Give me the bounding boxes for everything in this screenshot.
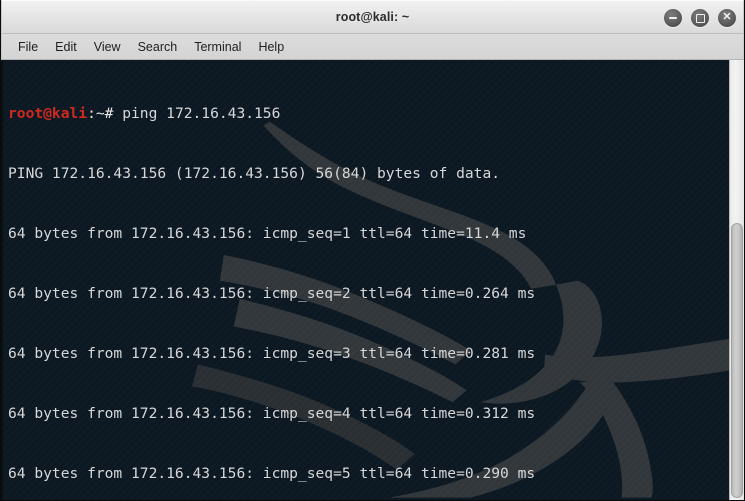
menu-item-terminal[interactable]: Terminal: [186, 37, 250, 57]
terminal-line: 64 bytes from 172.16.43.156: icmp_seq=5 …: [8, 465, 536, 482]
close-button[interactable]: ✕: [718, 9, 736, 27]
maximize-button[interactable]: [691, 9, 709, 27]
terminal-prompt-line: root@kali:~# ping 172.16.43.156: [8, 104, 744, 124]
prompt-path-symbol: :~#: [87, 105, 114, 122]
terminal-line: PING 172.16.43.156 (172.16.43.156) 56(84…: [8, 165, 501, 182]
terminal-line: 64 bytes from 172.16.43.156: icmp_seq=3 …: [8, 345, 536, 362]
close-icon: ✕: [722, 11, 732, 23]
terminal-line: 64 bytes from 172.16.43.156: icmp_seq=2 …: [8, 285, 536, 302]
maximize-icon: [695, 13, 705, 23]
menu-item-file[interactable]: File: [10, 37, 47, 57]
minimize-button[interactable]: [664, 9, 682, 27]
window-controls: ✕: [664, 1, 736, 35]
terminal-window: root@kali: ~ ✕ File Edit View Search Ter…: [0, 0, 745, 501]
menu-item-search[interactable]: Search: [130, 37, 187, 57]
terminal-line: 64 bytes from 172.16.43.156: icmp_seq=4 …: [8, 405, 536, 422]
scrollbar-thumb[interactable]: [731, 223, 743, 498]
prompt-user-host: root@kali: [8, 105, 88, 122]
menu-item-help[interactable]: Help: [250, 37, 293, 57]
prompt-command: ping 172.16.43.156: [113, 105, 281, 122]
menu-item-edit[interactable]: Edit: [47, 37, 86, 57]
terminal-output: root@kali:~# ping 172.16.43.156 PING 172…: [3, 60, 744, 500]
terminal-line: 64 bytes from 172.16.43.156: icmp_seq=1 …: [8, 225, 527, 242]
terminal-area[interactable]: root@kali:~# ping 172.16.43.156 PING 172…: [1, 60, 744, 500]
window-title: root@kali: ~: [335, 10, 410, 24]
terminal-scrollbar[interactable]: [729, 60, 744, 500]
menubar: File Edit View Search Terminal Help: [1, 34, 744, 60]
window-titlebar[interactable]: root@kali: ~ ✕: [1, 0, 744, 34]
menu-item-view[interactable]: View: [86, 37, 130, 57]
minimize-icon: [669, 17, 677, 19]
